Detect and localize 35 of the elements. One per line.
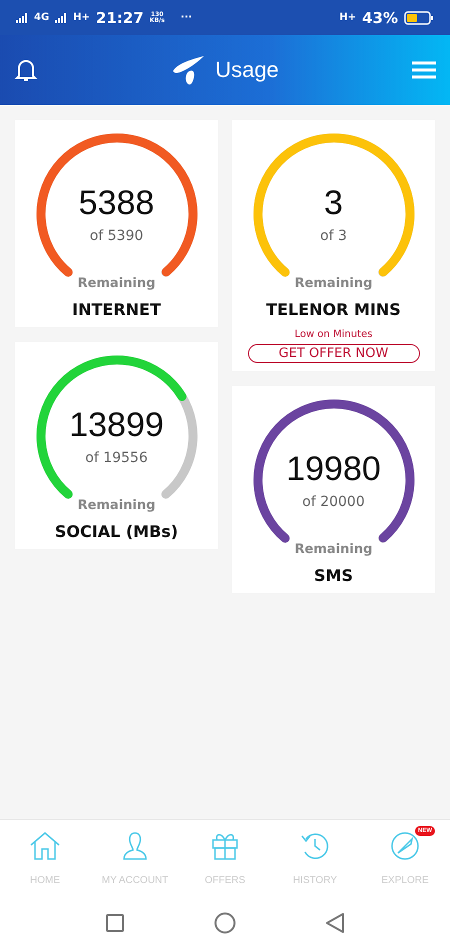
remaining-value: 5388: [78, 184, 156, 223]
total-value: of 20000: [301, 494, 366, 510]
remaining-value: 13899: [68, 406, 165, 445]
remaining-value: 3: [323, 184, 344, 223]
get-offer-button[interactable]: GET OFFER NOW: [248, 344, 420, 363]
compass-icon: [389, 830, 421, 862]
remaining-label: Remaining: [294, 276, 374, 291]
card-title: TELENOR MINS: [266, 300, 401, 319]
menu-icon[interactable]: [412, 60, 436, 80]
back-icon[interactable]: [325, 912, 346, 934]
warning-text: Low on Minutes: [294, 329, 372, 340]
remaining-label: Remaining: [294, 542, 374, 557]
remaining-label: Remaining: [76, 276, 156, 291]
total-value: of 19556: [84, 450, 149, 466]
total-value: of 3: [319, 228, 348, 244]
remaining-label: Remaining: [76, 498, 156, 513]
network-type: 4G: [34, 12, 50, 22]
battery-percent: 43%: [362, 8, 398, 26]
card-title: INTERNET: [72, 300, 161, 319]
card-title: SOCIAL (MBs): [54, 522, 178, 541]
bell-icon[interactable]: [14, 57, 38, 83]
battery-icon: [404, 10, 434, 24]
card-title: SMS: [314, 566, 353, 585]
remaining-value: 19980: [285, 450, 382, 489]
total-value: of 5390: [88, 228, 144, 244]
clock: 21:27: [96, 8, 144, 26]
recent-apps-icon[interactable]: [104, 912, 125, 932]
home-circle-icon[interactable]: [214, 912, 236, 934]
home-icon: [29, 830, 61, 862]
network-type: H+: [73, 12, 90, 22]
network-type: H+: [339, 12, 356, 22]
page-title: Usage: [215, 57, 279, 83]
signal-icon: [55, 12, 68, 22]
signal-icon: [16, 12, 28, 22]
more-dots: ···: [180, 12, 192, 22]
